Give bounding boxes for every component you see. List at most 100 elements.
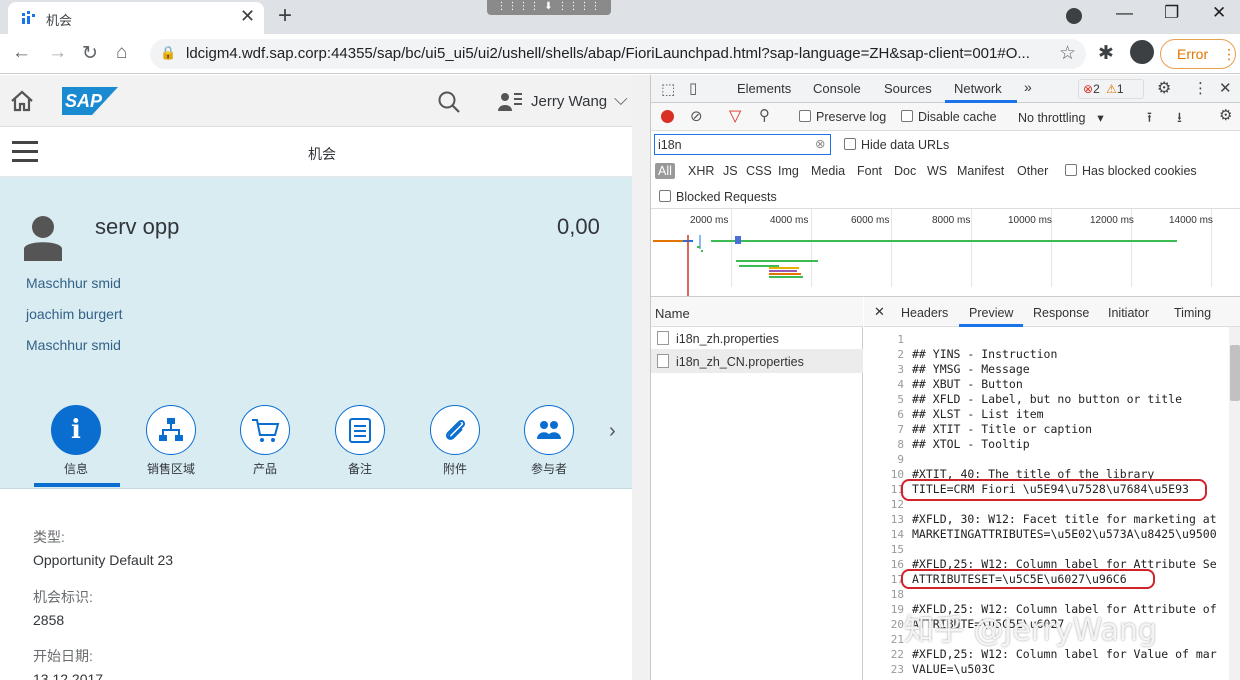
tab-preview[interactable]: Preview	[969, 306, 1013, 320]
notes-icon[interactable]	[335, 405, 385, 455]
search-icon[interactable]	[437, 90, 461, 114]
chevron-down-icon[interactable]: ⌵	[614, 89, 628, 110]
throttling-select[interactable]: No throttling ▾	[1018, 110, 1104, 125]
type-filter-all[interactable]: All	[655, 163, 675, 179]
address-bar[interactable]: 🔒 ldcigm4.wdf.sap.corp:44355/sap/bc/ui5_…	[150, 39, 1086, 69]
tab-initiator[interactable]: Initiator	[1108, 306, 1149, 320]
preview-scrollbar[interactable]	[1229, 327, 1240, 680]
tab-elements[interactable]: Elements	[737, 81, 791, 96]
scrollbar[interactable]	[632, 75, 650, 680]
org-chart-icon[interactable]	[146, 405, 196, 455]
close-tab-icon[interactable]: ✕	[240, 6, 255, 27]
profile-dot-icon[interactable]	[1066, 8, 1082, 24]
type-filter-other[interactable]: Other	[1017, 164, 1048, 178]
has-blocked-cookies-label: Has blocked cookies	[1082, 164, 1197, 178]
close-detail-icon[interactable]: ✕	[874, 304, 885, 320]
browser-tab[interactable]: 机会 ✕	[8, 2, 264, 34]
contact-link[interactable]: Maschhur smid	[26, 337, 121, 353]
line-number: 2	[897, 348, 904, 361]
contact-link[interactable]: Maschhur smid	[26, 275, 121, 291]
line-number: 12	[890, 498, 904, 511]
user-name[interactable]: Jerry Wang	[531, 93, 607, 110]
request-row[interactable]: i18n_zh_CN.properties	[651, 349, 863, 373]
people-icon[interactable]	[524, 405, 574, 455]
close-window-icon[interactable]: ✕	[1212, 3, 1226, 23]
back-icon[interactable]: ←	[12, 42, 31, 64]
record-icon[interactable]	[661, 110, 674, 123]
tab-network[interactable]: Network	[954, 81, 1002, 96]
home-icon[interactable]: ⌂	[116, 42, 127, 64]
network-settings-icon[interactable]: ⚙	[1219, 106, 1232, 124]
menu-icon[interactable]	[12, 141, 38, 163]
inspect-icon[interactable]: ⬚	[661, 80, 675, 98]
type-filter-manifest[interactable]: Manifest	[957, 164, 1004, 178]
section-label[interactable]: 参与者	[509, 460, 589, 477]
field-label: 开始日期:	[33, 648, 93, 664]
tab-sources[interactable]: Sources	[884, 81, 932, 96]
user-menu-icon[interactable]	[497, 89, 523, 115]
minimize-icon[interactable]: —	[1116, 3, 1133, 23]
preview-code[interactable]: 1 2 ## YINS - Instruction 3 ## YMSG - Messag…	[864, 327, 1229, 680]
has-blocked-cookies-checkbox[interactable]: Has blocked cookies	[1065, 164, 1197, 178]
error-pill[interactable]: Error ⋮	[1160, 39, 1236, 69]
line-number: 7	[897, 423, 904, 436]
sap-logo: SAP	[62, 87, 118, 115]
issues-counter[interactable]: ⊗2 ⚠1	[1078, 79, 1144, 99]
tab-console[interactable]: Console	[813, 81, 861, 96]
type-filter-js[interactable]: JS	[723, 164, 738, 178]
settings-gear-icon[interactable]: ⚙	[1157, 78, 1171, 98]
search-icon[interactable]: ⚲	[759, 106, 770, 124]
tab-headers[interactable]: Headers	[901, 306, 948, 320]
type-filter-css[interactable]: CSS	[746, 164, 772, 178]
clear-icon[interactable]: ⊘	[690, 107, 703, 125]
clear-filter-icon[interactable]: ⊗	[815, 136, 825, 151]
request-row[interactable]: i18n_zh.properties	[651, 327, 863, 349]
extensions-icon[interactable]: ✱	[1098, 42, 1114, 65]
field-label: 机会标识:	[33, 589, 93, 605]
tab-response[interactable]: Response	[1033, 306, 1089, 320]
lock-icon[interactable]: 🔒	[160, 45, 176, 61]
tab-timing[interactable]: Timing	[1174, 306, 1211, 320]
more-tabs-icon[interactable]: »	[1024, 79, 1032, 95]
home-icon[interactable]	[10, 89, 34, 113]
section-label[interactable]: 附件	[415, 460, 495, 477]
close-devtools-icon[interactable]: ✕	[1219, 79, 1232, 97]
kebab-menu-icon[interactable]: ⋮	[1193, 79, 1208, 97]
section-label[interactable]: 产品	[225, 460, 305, 477]
section-label[interactable]: 销售区域	[131, 460, 211, 477]
new-tab-icon[interactable]: +	[278, 2, 292, 30]
scroll-thumb[interactable]	[1230, 345, 1240, 401]
blocked-requests-checkbox[interactable]: Blocked Requests	[659, 190, 777, 204]
timeline-overview[interactable]: 2000 ms 4000 ms 6000 ms 8000 ms 10000 ms…	[651, 209, 1240, 297]
forward-icon[interactable]: →	[48, 42, 67, 64]
type-filter-font[interactable]: Font	[857, 164, 882, 178]
device-toolbar-icon[interactable]: ▯	[689, 79, 697, 97]
export-har-icon[interactable]: ⭳	[1177, 107, 1182, 131]
hide-data-urls-checkbox[interactable]: Hide data URLs	[844, 138, 949, 152]
section-label[interactable]: 信息	[36, 460, 116, 477]
reload-icon[interactable]: ↻	[82, 42, 98, 65]
bookmark-star-icon[interactable]: ☆	[1059, 42, 1076, 65]
filter-input[interactable]: i18n ⊗	[654, 134, 831, 155]
code-line: ## YMSG - Message	[912, 362, 1030, 376]
restore-icon[interactable]: ❐	[1164, 3, 1179, 23]
type-filter-xhr[interactable]: XHR	[688, 164, 714, 178]
preserve-log-checkbox[interactable]: Preserve log	[799, 110, 886, 124]
cart-icon[interactable]	[240, 405, 290, 455]
contact-link[interactable]: joachim burgert	[26, 306, 123, 322]
section-label[interactable]: 备注	[320, 460, 400, 477]
type-filter-media[interactable]: Media	[811, 164, 845, 178]
import-har-icon[interactable]: ⭱	[1147, 107, 1152, 131]
type-filter-ws[interactable]: WS	[927, 164, 947, 178]
info-icon[interactable]: i	[51, 405, 101, 455]
type-filter-doc[interactable]: Doc	[894, 164, 916, 178]
name-column-header[interactable]: Name	[655, 306, 690, 321]
disable-cache-checkbox[interactable]: Disable cache	[901, 110, 997, 124]
window-drag-handle[interactable]: ⋮⋮⋮⋮ ⬇ ⋮⋮⋮⋮	[487, 0, 611, 15]
filter-icon[interactable]: ▽	[729, 106, 741, 126]
account-avatar-icon[interactable]	[1130, 40, 1154, 64]
browser-tab-strip: 机会 ✕ + ⋮⋮⋮⋮ ⬇ ⋮⋮⋮⋮ — ❐ ✕	[0, 0, 1240, 34]
chevron-right-icon[interactable]: ›	[609, 420, 616, 443]
paperclip-icon[interactable]	[430, 405, 480, 455]
type-filter-img[interactable]: Img	[778, 164, 799, 178]
